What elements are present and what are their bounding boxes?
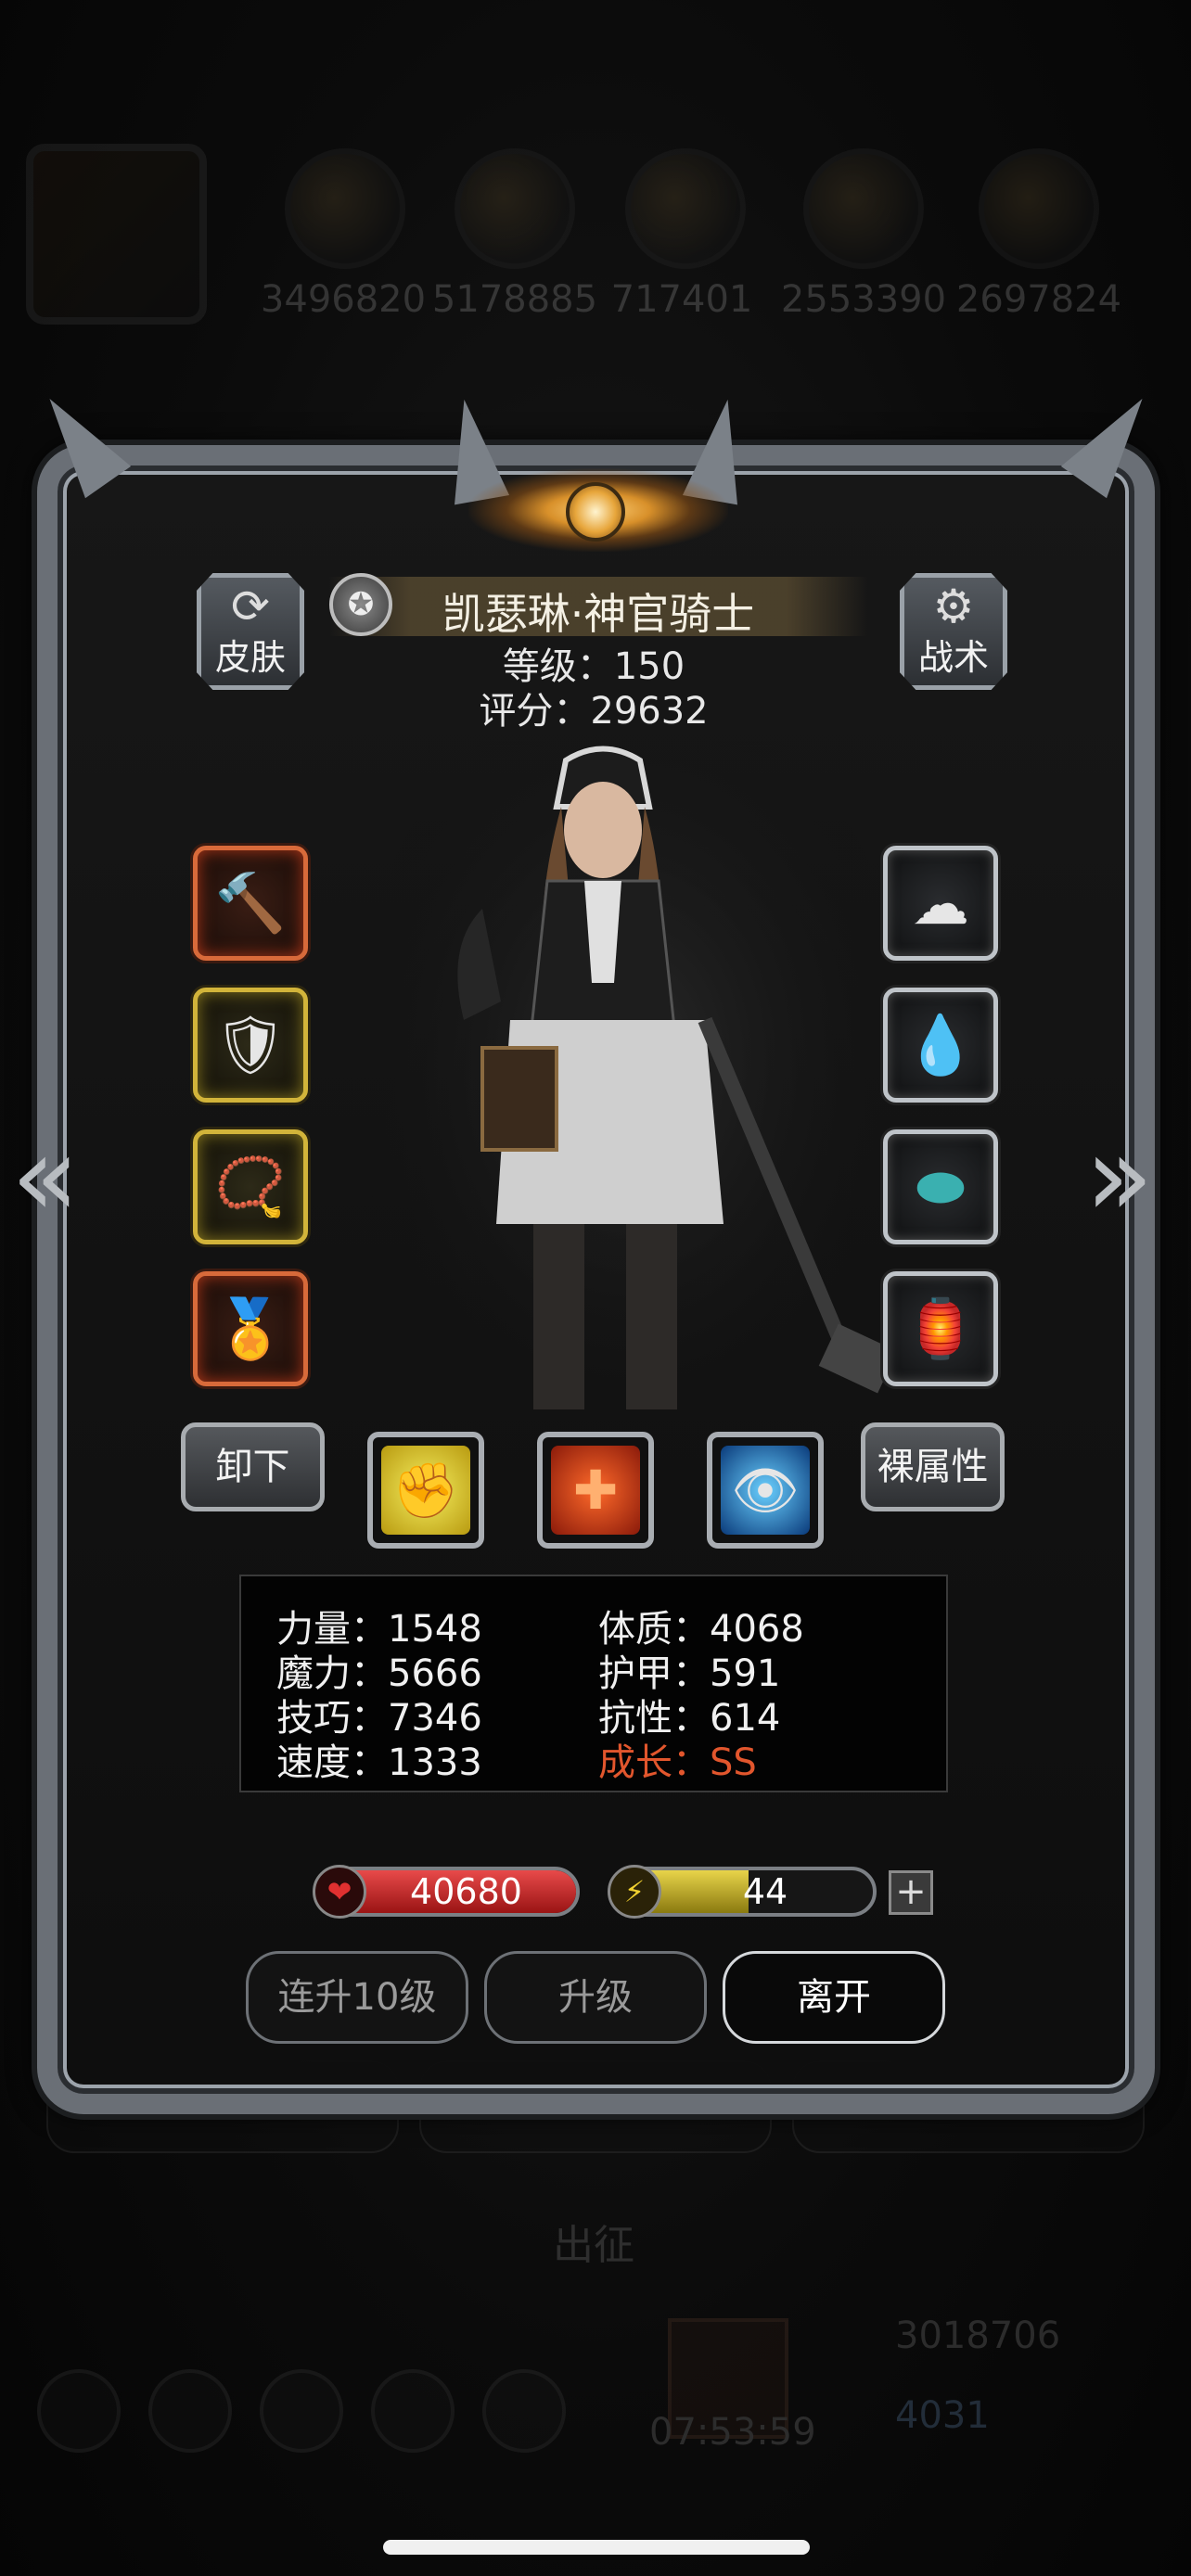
gear-icon: ⚙ (932, 580, 975, 633)
hp-value: 40680 (410, 1871, 522, 1912)
eye-skill-icon: 👁 (721, 1446, 810, 1535)
equip-slot-weapon[interactable]: 🔨 (193, 846, 308, 961)
resource-count-3: 717401 (610, 278, 753, 321)
medal-icon: 🏅 (214, 1294, 287, 1362)
bg-nav-5 (482, 2369, 566, 2453)
bg-timer: 07:53:59 (649, 2411, 816, 2454)
hammer-icon: 🔨 (214, 869, 287, 937)
skill-slot-3[interactable]: 👁 (707, 1432, 824, 1549)
resource-count-1: 3496820 (260, 278, 427, 321)
cloud-relic-icon: ☁ (912, 869, 969, 937)
rank-badge-icon: ✪ (329, 573, 392, 636)
stat-speed: 速度：1333 (276, 1741, 482, 1784)
equip-slot-gem[interactable]: ⬬ (883, 1129, 998, 1244)
heal-cross-skill-icon: ✚ (551, 1446, 640, 1535)
skin-button-label: 皮肤 (214, 637, 286, 678)
resource-count-4: 2553390 (780, 278, 947, 321)
bg-nav-1 (37, 2369, 121, 2453)
resource-orb-5 (979, 148, 1099, 269)
bg-deploy-label: 出征 (553, 2222, 634, 2269)
skin-refresh-icon: ⟳ (231, 580, 270, 633)
next-hero-arrow[interactable]: » (1085, 1122, 1153, 1233)
level-up-button[interactable]: 升级 (484, 1951, 707, 2044)
stat-growth: 成长：SS (598, 1741, 757, 1784)
equip-slot-armor[interactable]: 🛡 (193, 988, 308, 1103)
hero-score: 评分：29632 (479, 690, 709, 733)
skill-slot-1[interactable]: ✊ (367, 1432, 484, 1549)
equip-slot-lantern[interactable]: 🏮 (883, 1271, 998, 1386)
equip-slot-relic[interactable]: ☁ (883, 846, 998, 961)
resource-count-5: 2697824 (955, 278, 1122, 321)
resource-orb-2 (455, 148, 575, 269)
equip-slot-amulet[interactable]: 📿 (193, 1129, 308, 1244)
leave-button[interactable]: 离开 (723, 1951, 945, 2044)
mana-crystal-icon: 💧 (904, 1011, 977, 1078)
resource-orb-1 (285, 148, 405, 269)
hero-name: 凯瑟琳·神官骑士 (442, 589, 755, 639)
fist-skill-icon: ✊ (381, 1446, 470, 1535)
skill-slot-2[interactable]: ✚ (537, 1432, 654, 1549)
add-energy-button[interactable]: + (889, 1870, 933, 1915)
bg-nav-2 (148, 2369, 232, 2453)
gem-stone-icon: ⬬ (916, 1153, 966, 1220)
bg-gold-count: 3018706 (895, 2315, 1061, 2357)
energy-value: 44 (742, 1871, 788, 1912)
amulet-icon: 📿 (214, 1153, 287, 1220)
player-avatar-frame (26, 144, 207, 325)
equip-slot-medal[interactable]: 🏅 (193, 1271, 308, 1386)
panel-emblem-icon (566, 482, 625, 542)
level-up-10-button[interactable]: 连升10级 (246, 1951, 468, 2044)
resource-orb-3 (625, 148, 746, 269)
bg-nav-3 (260, 2369, 343, 2453)
base-stats-button[interactable]: 裸属性 (861, 1422, 1005, 1511)
prev-hero-arrow[interactable]: « (11, 1122, 79, 1233)
lightning-icon: ⚡ (608, 1865, 661, 1919)
tactics-button-label: 战术 (917, 637, 989, 678)
heart-icon: ❤ (313, 1865, 366, 1919)
bg-nav-4 (371, 2369, 455, 2453)
resource-orb-4 (803, 148, 924, 269)
hero-portrait (371, 742, 890, 1447)
armor-icon: 🛡 (213, 1011, 288, 1078)
skin-button[interactable]: ⟳ 皮肤 (197, 573, 304, 690)
equip-slot-crystal[interactable]: 💧 (883, 988, 998, 1103)
unequip-button[interactable]: 卸下 (181, 1422, 325, 1511)
lantern-icon: 🏮 (904, 1294, 977, 1362)
home-indicator (383, 2540, 810, 2555)
tactics-button[interactable]: ⚙ 战术 (900, 573, 1007, 690)
bg-gem-count: 4031 (895, 2394, 990, 2437)
resource-count-2: 5178885 (431, 278, 598, 321)
